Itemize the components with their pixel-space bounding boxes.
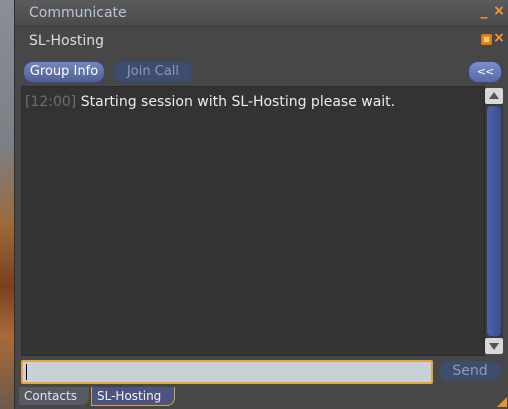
window-title: Communicate	[29, 5, 127, 21]
chat-message: Starting session with SL-Hosting please …	[80, 94, 396, 110]
chat-timestamp: [12:00]	[25, 94, 77, 110]
collapse-button[interactable]: <<	[468, 61, 502, 83]
session-header: SL-Hosting	[15, 27, 508, 53]
scroll-up-arrow-icon[interactable]	[485, 88, 503, 104]
chat-input[interactable]	[21, 360, 433, 384]
send-button[interactable]: Send	[439, 361, 501, 381]
join-call-button[interactable]: Join Call	[113, 61, 193, 83]
resize-grip-icon[interactable]	[497, 397, 507, 407]
title-bar[interactable]: Communicate _ ×	[15, 0, 508, 27]
group-info-button[interactable]: Group Info	[23, 61, 105, 83]
tab-sl-hosting[interactable]: SL-Hosting	[91, 387, 175, 406]
chat-history[interactable]: [12:00] Starting session with SL-Hosting…	[21, 86, 485, 356]
chat-line: [12:00] Starting session with SL-Hosting…	[25, 94, 395, 110]
tab-contacts[interactable]: Contacts	[19, 387, 89, 405]
close-icon[interactable]: ×	[493, 3, 505, 19]
scroll-thumb[interactable]	[487, 106, 501, 336]
tab-bar: Contacts SL-Hosting	[15, 386, 508, 409]
minimize-icon[interactable]: _	[478, 3, 490, 19]
session-close-icon[interactable]: ×	[493, 30, 505, 46]
chat-scrollbar[interactable]	[485, 88, 503, 354]
desktop-background	[0, 0, 14, 409]
session-title: SL-Hosting	[29, 33, 105, 49]
text-caret	[26, 364, 27, 380]
communicate-floater: Communicate _ × SL-Hosting × Group Info …	[14, 0, 508, 409]
scroll-down-arrow-icon[interactable]	[485, 338, 503, 354]
tear-off-icon[interactable]	[481, 34, 492, 45]
